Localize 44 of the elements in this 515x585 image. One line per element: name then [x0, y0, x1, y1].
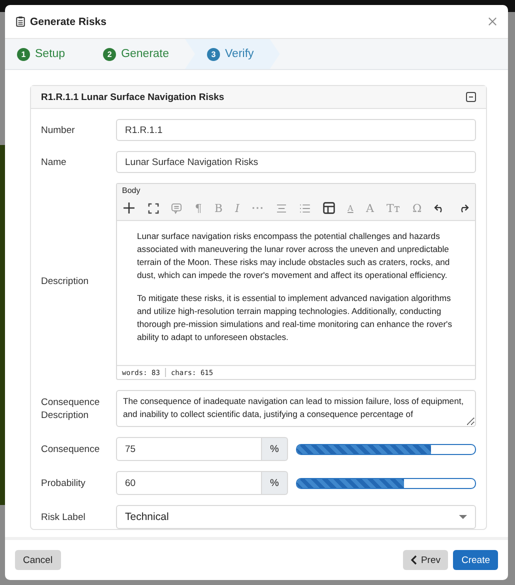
- unit-addon: %: [262, 471, 288, 495]
- format-button[interactable]: B: [214, 202, 223, 214]
- card-title: R1.R.1.1 Lunar Surface Navigation Risks: [41, 92, 224, 102]
- field-label: Number: [41, 124, 76, 136]
- cancel-button[interactable]: Cancel: [15, 550, 61, 570]
- table-icon[interactable]: [322, 202, 335, 214]
- format-button[interactable]: Tт: [386, 202, 400, 214]
- clipboard-icon: [16, 16, 25, 27]
- field-label: Consequence Description: [41, 396, 101, 422]
- format-button[interactable]: Ω: [412, 202, 422, 214]
- align-icon[interactable]: [276, 204, 287, 212]
- format-button[interactable]: A: [348, 204, 354, 212]
- modal-title: Generate Risks: [30, 16, 106, 28]
- wizard-step[interactable]: 3 Verify: [185, 39, 280, 69]
- rich-text-editor[interactable]: [116, 183, 476, 380]
- plus-icon[interactable]: [123, 202, 135, 214]
- comment-icon[interactable]: [171, 202, 182, 214]
- prev-button[interactable]: Prev: [402, 550, 448, 570]
- chevron-icon: [410, 555, 417, 565]
- format-button[interactable]: I: [235, 202, 240, 214]
- more-icon[interactable]: [252, 206, 264, 210]
- field-label: Description: [41, 275, 90, 288]
- editor-label: Body: [122, 186, 140, 195]
- unit-addon: %: [262, 437, 288, 461]
- format-button[interactable]: ¶: [194, 202, 202, 214]
- collapse-icon[interactable]: [466, 92, 476, 102]
- number-field[interactable]: R1.R.1.1: [116, 119, 476, 141]
- consequence-textarea[interactable]: The consequence of inadequate navigation can lead to mission failure, loss of equipment, and inability to collect scientific data, justifying a consequence percentage of: [116, 390, 476, 427]
- field-label: Risk Label: [41, 510, 86, 524]
- create-button[interactable]: Create: [453, 550, 498, 570]
- caret-icon: [459, 515, 467, 519]
- percent-field[interactable]: 75: [116, 437, 262, 461]
- field-label: Name: [41, 156, 68, 168]
- description-paragraph: Lunar surface navigation risks encompass the potential challenges and hazards associated with maneuvering the lunar rover across the uneven and unpredictable terrain of the Moon. These risks may include obstacles such as craters, rocks, and dust, which can impede the rover's movement and affect its operational efficiency.: [137, 230, 451, 282]
- field-label: Probability: [41, 476, 86, 490]
- name-field[interactable]: Lunar Surface Navigation Risks: [116, 151, 476, 173]
- close-icon[interactable]: [488, 17, 497, 26]
- format-button[interactable]: A: [366, 202, 374, 214]
- list-icon[interactable]: [299, 204, 310, 212]
- percent-field[interactable]: 60: [116, 471, 262, 495]
- description-paragraph: To mitigate these risks, it is essential to implement advanced navigation algorithms and utilize high-resolution terrain mapping technologies. Additionally, conducting thorough pre-mission simulations and real-time monitoring can enhance the rover's ability to adapt to unforeseen obstacles.: [137, 292, 453, 344]
- fullscreen-icon[interactable]: [148, 202, 159, 214]
- risk-label-select[interactable]: Technical: [116, 505, 476, 529]
- field-label: Consequence: [41, 442, 101, 456]
